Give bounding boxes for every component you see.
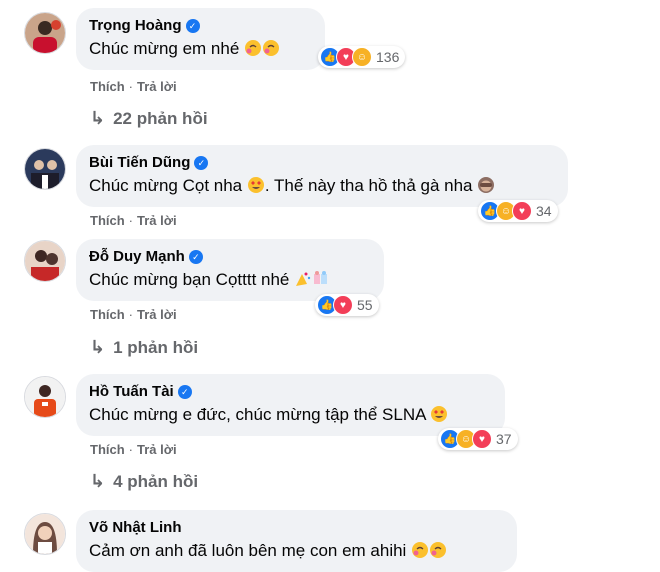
author-name[interactable]: Đỗ Duy Mạnh (89, 247, 185, 267)
comment-text-row: Chúc mừng Cọt nha . Thế này tha hồ thả g… (89, 175, 554, 200)
avatar[interactable] (24, 513, 66, 555)
reply-arrow-icon: ↳ (90, 337, 106, 357)
like-link[interactable]: Thích (90, 79, 125, 94)
love-reaction-icon: ♥ (472, 429, 492, 449)
comment-bubble: Võ Nhật Linh Cảm ơn anh đã luôn bên mẹ c… (76, 510, 517, 572)
avatar[interactable] (24, 12, 66, 54)
heart-eyes-emoji (430, 405, 448, 429)
comment-text-row: Chúc mừng bạn Cọtttt nhé (89, 269, 370, 294)
view-replies-link[interactable]: ↳ 1 phản hồi (90, 337, 198, 358)
like-link[interactable]: Thích (90, 307, 125, 322)
avatar[interactable] (24, 148, 66, 190)
reaction-count: 136 (376, 49, 400, 65)
author-name-row: Bùi Tiến Dũng ✓ (89, 153, 554, 173)
comment-text: Cảm ơn anh đã luôn bên mẹ con em ahihi (89, 541, 407, 560)
comment-text: Chúc mừng em nhé (89, 39, 240, 58)
avatar[interactable] (24, 240, 66, 282)
author-name[interactable]: Hồ Tuấn Tài (89, 382, 174, 402)
reaction-count: 34 (536, 203, 552, 219)
reaction-summary[interactable]: 👍 ♥ 55 (315, 294, 379, 316)
avatar[interactable] (24, 376, 66, 418)
separator-dot: · (128, 213, 134, 228)
comment-actions: Thích · Trả lời (90, 442, 177, 457)
comment-text-row: Chúc mừng e đức, chúc mừng tập thể SLNA (89, 404, 491, 429)
replies-count-label: 22 phản hồi (113, 108, 208, 128)
comment-bubble: Đỗ Duy Mạnh ✓ Chúc mừng bạn Cọtttt nhé (76, 239, 384, 301)
author-name[interactable]: Bùi Tiến Dũng (89, 153, 190, 173)
like-link[interactable]: Thích (90, 213, 125, 228)
reaction-count: 37 (496, 431, 512, 447)
party-emoji (294, 270, 330, 294)
reaction-summary[interactable]: 👍 ☺ ♥ 34 (478, 200, 558, 222)
author-name-row: Đỗ Duy Mạnh ✓ (89, 247, 370, 267)
author-name[interactable]: Võ Nhật Linh (89, 518, 182, 538)
haha-reaction-icon: ☺ (352, 47, 372, 67)
verified-badge-icon: ✓ (185, 19, 200, 33)
verified-badge-icon: ✓ (188, 250, 203, 264)
comment-bubble: Trọng Hoàng ✓ Chúc mừng em nhé (76, 8, 325, 70)
comment-text-row: Chúc mừng em nhé (89, 38, 311, 63)
reaction-summary[interactable]: 👍 ♥ ☺ 136 (318, 46, 406, 68)
like-link[interactable]: Thích (90, 442, 125, 457)
separator-dot: · (128, 79, 134, 94)
verified-badge-icon: ✓ (177, 385, 192, 399)
author-name-row: Trọng Hoàng ✓ (89, 16, 311, 36)
reply-arrow-icon: ↳ (90, 108, 106, 128)
author-name-row: Hồ Tuấn Tài ✓ (89, 382, 491, 402)
author-name-row: Võ Nhật Linh (89, 518, 503, 538)
verified-badge-icon: ✓ (194, 156, 209, 170)
author-name[interactable]: Trọng Hoàng (89, 16, 182, 36)
reply-link[interactable]: Trả lời (137, 79, 177, 94)
reply-link[interactable]: Trả lời (137, 213, 177, 228)
view-replies-link[interactable]: ↳ 4 phản hồi (90, 471, 198, 492)
comment-text-part-1: Chúc mừng Cọt nha (89, 176, 243, 195)
heart-eyes-emoji (247, 176, 265, 200)
replies-count-label: 4 phản hồi (113, 471, 199, 491)
reply-link[interactable]: Trả lời (137, 442, 177, 457)
comment-text: Chúc mừng e đức, chúc mừng tập thể SLNA (89, 405, 426, 424)
hugging-face-emoji (411, 541, 447, 565)
comment-bubble: Hồ Tuấn Tài ✓ Chúc mừng e đức, chúc mừng… (76, 374, 505, 436)
hugging-face-emoji (244, 39, 280, 63)
comment-text-row: Cảm ơn anh đã luôn bên mẹ con em ahihi (89, 540, 503, 565)
love-reaction-icon: ♥ (333, 295, 353, 315)
separator-dot: · (128, 307, 134, 322)
view-replies-link[interactable]: ↳ 22 phản hồi (90, 108, 208, 129)
reply-arrow-icon: ↳ (90, 471, 106, 491)
comment-text-part-2: . Thế này tha hồ thả gà nha (264, 176, 473, 195)
comment-bubble: Bùi Tiến Dũng ✓ Chúc mừng Cọt nha . Thế … (76, 145, 568, 207)
comment-actions: Thích · Trả lời (90, 213, 177, 228)
replies-count-label: 1 phản hồi (113, 337, 199, 357)
reaction-count: 55 (357, 297, 373, 313)
comment-text: Chúc mừng bạn Cọtttt nhé (89, 270, 290, 289)
separator-dot: · (128, 442, 134, 457)
reaction-summary[interactable]: 👍 ☺ ♥ 37 (438, 428, 518, 450)
reply-link[interactable]: Trả lời (137, 307, 177, 322)
comment-actions: Thích · Trả lời (90, 79, 177, 94)
love-reaction-icon: ♥ (512, 201, 532, 221)
see-no-evil-emoji (477, 176, 495, 200)
comment-actions: Thích · Trả lời (90, 307, 177, 322)
